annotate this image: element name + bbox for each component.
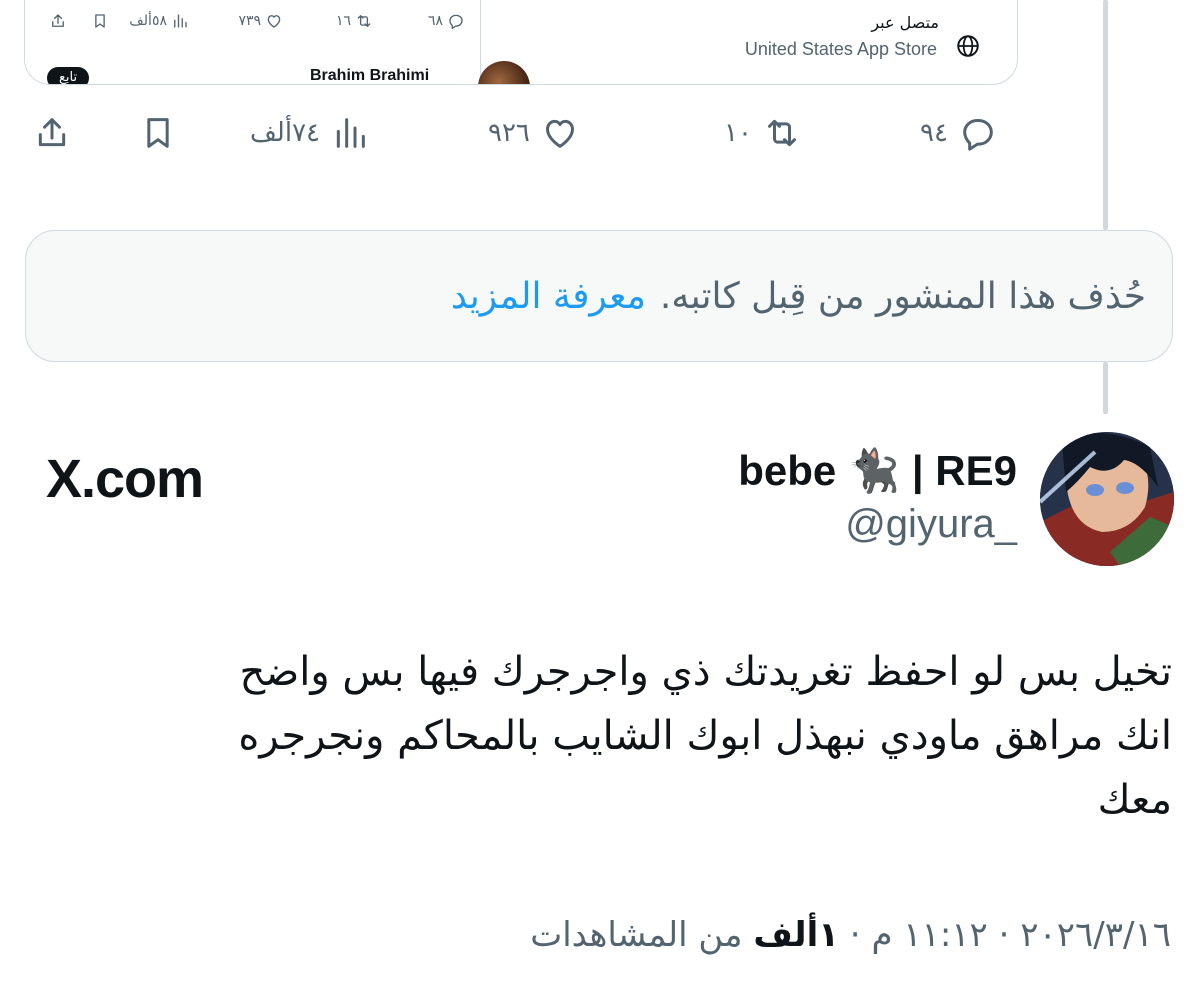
quoted-like-button[interactable]: ٧٣٩	[238, 9, 283, 33]
globe-icon	[957, 35, 979, 57]
heart-icon	[545, 119, 574, 148]
meta-separator: ·	[839, 915, 872, 955]
author-display-name[interactable]: bebe 🐈‍⬛ | RE9	[738, 447, 1017, 496]
share-icon	[38, 118, 66, 147]
thread-line-top	[1103, 0, 1108, 230]
post-time[interactable]: ١١:١٢ م	[871, 915, 987, 955]
views-count: ٧٤ألف	[250, 118, 320, 148]
reply-icon	[449, 14, 463, 29]
reply-icon	[963, 119, 993, 151]
quoted-views-count: ٥٨ألف	[129, 13, 167, 29]
quoted-bookmark-button[interactable]	[91, 9, 109, 33]
learn-more-link[interactable]: معرفة المزيد	[451, 276, 646, 317]
like-button[interactable]: ٩٢٦	[488, 113, 580, 153]
quoted-author-name[interactable]: Brahim Brahimi	[310, 67, 429, 84]
share-button[interactable]	[32, 113, 72, 153]
retweet-icon	[767, 119, 796, 147]
posted-via-source: United States App Store	[744, 39, 937, 59]
x-brand-watermark: X.com	[46, 448, 204, 510]
avatar-illustration	[1040, 432, 1174, 566]
quoted-reply-author: تابع Brahim Brahimi	[25, 57, 530, 84]
author-handle[interactable]: @giyura_	[845, 502, 1017, 547]
reply-count: ٩٤	[920, 118, 948, 148]
share-icon	[52, 14, 64, 27]
bookmark-icon	[147, 118, 169, 148]
heart-icon	[267, 15, 281, 28]
tweet-line: معك	[1097, 777, 1172, 823]
card-divider	[480, 0, 481, 84]
analytics-icon	[336, 118, 365, 148]
quoted-action-bar: ٦٨ ١٦ ٧٣٩ ٥٨ألف	[39, 9, 479, 33]
x-brand-text: X.com	[46, 449, 204, 509]
quoted-reply-button[interactable]: ٦٨	[428, 9, 465, 33]
views-label: من المشاهدات	[530, 915, 743, 955]
retweet-count: ١٠	[724, 118, 752, 148]
quoted-retweet-count: ١٦	[335, 13, 351, 29]
quoted-reply-count: ٦٨	[427, 13, 443, 29]
author-avatar[interactable]	[1040, 432, 1174, 566]
meta-separator: ·	[987, 915, 1021, 955]
bookmark-icon	[95, 14, 105, 28]
quoted-retweet-button[interactable]: ١٦	[336, 9, 373, 33]
deleted-notice-text: حُذف هذا المنشور من قِبل كاتبه.	[659, 275, 1146, 317]
quoted-author-avatar[interactable]	[478, 61, 530, 84]
quoted-like-count: ٧٣٩	[238, 13, 261, 29]
post-meta: ٢٠٢٦/٣/١٦ · ١١:١٢ م · ١ألف من المشاهدات	[530, 915, 1171, 955]
quoted-post-card[interactable]: ٦٨ ١٦ ٧٣٩ ٥٨ألف تابع Brahim Brahimi متصل…	[24, 0, 1018, 85]
post-date[interactable]: ٢٠٢٦/٣/١٦	[1020, 915, 1171, 955]
bookmark-button[interactable]	[138, 113, 178, 153]
analytics-icon	[174, 14, 187, 28]
follow-button[interactable]: تابع	[47, 67, 90, 84]
posted-via-label: متصل عبر	[871, 13, 939, 32]
retweet-icon	[357, 15, 371, 27]
views-button[interactable]: ٧٤ألف	[250, 113, 370, 153]
deleted-post-notice: حُذف هذا المنشور من قِبل كاتبه. معرفة ال…	[25, 230, 1173, 362]
tweet-line: تخيل بس لو احفظ تغريدتك ذي واجرجرك فيها …	[239, 649, 1172, 695]
retweet-button[interactable]: ١٠	[724, 113, 802, 153]
thread-line-middle	[1103, 362, 1108, 414]
like-count: ٩٢٦	[488, 118, 530, 148]
quoted-views-button[interactable]: ٥٨ألف	[129, 9, 189, 33]
tweet-line: انك مراهق ماودي نبهذل ابوك الشايب بالمحا…	[238, 713, 1172, 759]
reply-button[interactable]: ٩٤	[920, 113, 998, 153]
tweet-text: تخيل بس لو احفظ تغريدتك ذي واجرجرك فيها …	[60, 640, 1172, 832]
views-total: ١ألف	[753, 915, 839, 955]
posted-via: متصل عبر United States App Store	[743, 11, 1003, 71]
quoted-share-button[interactable]	[49, 9, 67, 33]
post-action-bar: ٩٤ ١٠ ٩٢٦ ٧٤ألف	[0, 105, 1060, 165]
